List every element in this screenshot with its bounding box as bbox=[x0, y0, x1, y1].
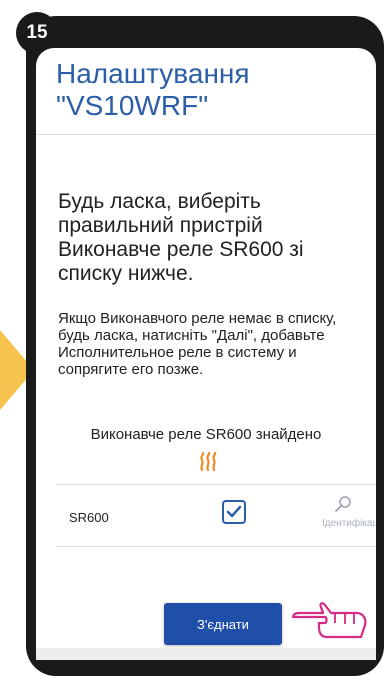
identify-icon[interactable] bbox=[334, 495, 352, 513]
connect-button[interactable]: З'єднати bbox=[164, 603, 282, 645]
heat-icon bbox=[200, 451, 217, 472]
header-divider bbox=[36, 134, 376, 135]
pointing-hand-icon bbox=[291, 602, 367, 639]
page-title: Налаштування "VS10WRF" bbox=[56, 58, 250, 121]
app-screen: Налаштування "VS10WRF" Будь ласка, вибер… bbox=[36, 48, 376, 660]
list-top-divider bbox=[56, 484, 376, 485]
identify-label[interactable]: Ідентифікація bbox=[322, 518, 376, 529]
device-found-text: Виконавче реле SR600 знайдено bbox=[90, 426, 322, 443]
list-bottom-divider bbox=[56, 546, 376, 547]
checkmark-icon bbox=[226, 505, 242, 518]
instruction-info: Якщо Виконавчого реле немає в списку, бу… bbox=[58, 310, 337, 378]
instruction-heading: Будь ласка, виберіть правильний пристрій… bbox=[58, 190, 304, 285]
device-select-checkbox[interactable] bbox=[222, 500, 246, 524]
system-nav-bar bbox=[36, 648, 376, 660]
device-name: SR600 bbox=[69, 510, 109, 525]
